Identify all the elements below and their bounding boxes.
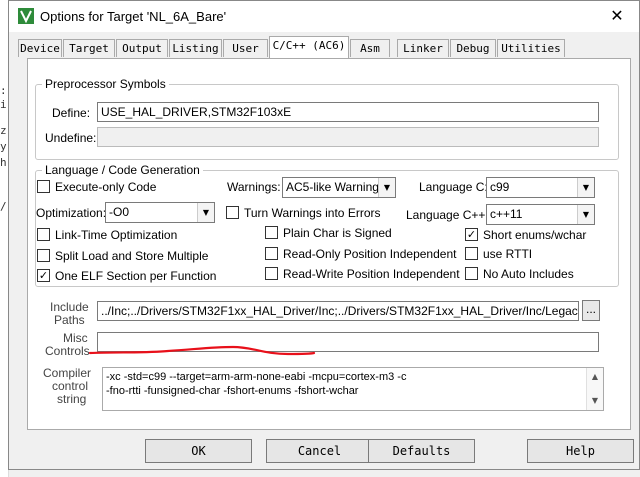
window-title: Options for Target 'NL_6A_Bare' [40,9,227,24]
compiler-label-line2: control [52,379,89,393]
c-cpp-options-panel: Preprocessor Symbols Define: USE_HAL_DRI… [27,58,631,430]
turn-warnings-errors-label: Turn Warnings into Errors [244,206,381,220]
compiler-label-line1: Compiler [43,366,92,380]
ro-pi-label: Read-Only Position Independent [283,247,457,261]
options-dialog: Options for Target 'NL_6A_Bare' ✕ Device… [8,0,640,470]
execute-only-checkbox[interactable] [37,180,50,193]
no-auto-includes-checkbox[interactable] [465,267,478,280]
use-rtti-checkbox[interactable] [465,247,478,260]
plain-char-label: Plain Char is Signed [283,226,392,240]
background-char: h [0,156,7,169]
one-elf-checkbox[interactable]: ✓ [37,269,50,282]
help-button[interactable]: Help [527,439,634,463]
optimization-select[interactable]: -O0 ▼ [105,202,215,223]
check-icon: ✓ [466,228,477,241]
compiler-line1: -xc -std=c99 --target=arm-arm-none-eabi … [106,371,407,383]
split-load-label: Split Load and Store Multiple [55,249,209,263]
tab-c-cpp-ac6[interactable]: C/C++ (AC6) [269,36,349,58]
warnings-select[interactable]: AC5-like Warnings ▼ [282,177,396,198]
turn-warnings-errors-checkbox[interactable] [226,206,239,219]
ok-button[interactable]: OK [145,439,252,463]
tab-user[interactable]: User [223,39,268,57]
cancel-button[interactable]: Cancel [266,439,373,463]
scroll-up-icon: ▲ [591,372,599,381]
use-rtti-label: use RTTI [483,247,533,261]
one-elf-label: One ELF Section per Function [55,269,217,283]
link-time-label: Link-Time Optimization [55,228,178,242]
warnings-value: AC5-like Warnings [286,180,385,194]
background-char: z [0,124,7,137]
include-label-line1: Include [50,300,89,314]
tab-utilities[interactable]: Utilities [497,39,565,57]
define-field[interactable]: USE_HAL_DRIVER,STM32F103xE [97,102,599,122]
tab-linker[interactable]: Linker [397,39,449,57]
optimization-value: -O0 [109,205,130,219]
compiler-line2: -fno-rtti -funsigned-char -fshort-enums … [106,385,359,397]
check-icon: ✓ [38,269,49,282]
compiler-label-line3: string [57,392,87,406]
chevron-down-icon: ▼ [378,178,395,197]
undefine-field[interactable] [97,127,599,147]
short-enums-checkbox[interactable]: ✓ [465,228,478,241]
define-label: Define: [52,106,91,120]
language-c-label: Language C: [419,180,488,194]
tab-device[interactable]: Device [18,39,62,57]
include-browse-button[interactable]: ... [582,300,600,321]
split-load-checkbox[interactable] [37,249,50,262]
optimization-label: Optimization: [36,206,107,220]
background-char: i [0,98,7,111]
tab-listing[interactable]: Listing [169,39,222,57]
chevron-down-icon: ▼ [197,203,214,222]
link-time-checkbox[interactable] [37,228,50,241]
chevron-down-icon: ▼ [577,178,594,197]
compiler-scrollbar[interactable]: ▲ ▼ [586,368,603,410]
language-cpp-label: Language C++: [406,208,489,222]
red-underline-annotation [88,345,316,356]
tab-output[interactable]: Output [116,39,168,57]
scroll-down-icon: ▼ [591,396,599,405]
language-c-value: c99 [490,180,510,194]
misc-label-line2: Controls [45,344,90,358]
undefine-label: Undefine: [45,131,97,145]
include-label-line2: Paths [54,313,85,327]
tab-target[interactable]: Target [63,39,115,57]
warnings-label: Warnings: [227,180,281,194]
include-paths-field[interactable]: ../Inc;../Drivers/STM32F1xx_HAL_Driver/I… [97,301,579,321]
tab-asm[interactable]: Asm [350,39,390,57]
compiler-control-string[interactable]: -xc -std=c99 --target=arm-arm-none-eabi … [102,367,604,411]
plain-char-checkbox[interactable] [265,226,278,239]
ro-pi-checkbox[interactable] [265,247,278,260]
rw-pi-checkbox[interactable] [265,267,278,280]
close-icon[interactable]: ✕ [605,5,629,27]
language-cpp-value: c++11 [490,207,523,221]
preprocessor-group-label: Preprocessor Symbols [42,77,169,91]
language-c-select[interactable]: c99 ▼ [486,177,595,198]
no-auto-includes-label: No Auto Includes [483,267,574,281]
preprocessor-group: Preprocessor Symbols [35,77,619,160]
execute-only-label: Execute-only Code [55,180,157,194]
background-char: / [0,200,7,213]
keil-logo-icon [18,8,34,24]
background-char: : [0,84,7,97]
rw-pi-label: Read-Write Position Independent [283,267,460,281]
language-group-label: Language / Code Generation [42,163,203,177]
language-cpp-select[interactable]: c++11 ▼ [486,204,595,225]
background-char: y [0,140,7,153]
short-enums-label: Short enums/wchar [483,228,587,242]
chevron-down-icon: ▼ [577,205,594,224]
tab-debug[interactable]: Debug [450,39,496,57]
defaults-button[interactable]: Defaults [368,439,475,463]
title-bar: Options for Target 'NL_6A_Bare' ✕ [9,1,639,32]
misc-label-line1: Misc [63,331,88,345]
